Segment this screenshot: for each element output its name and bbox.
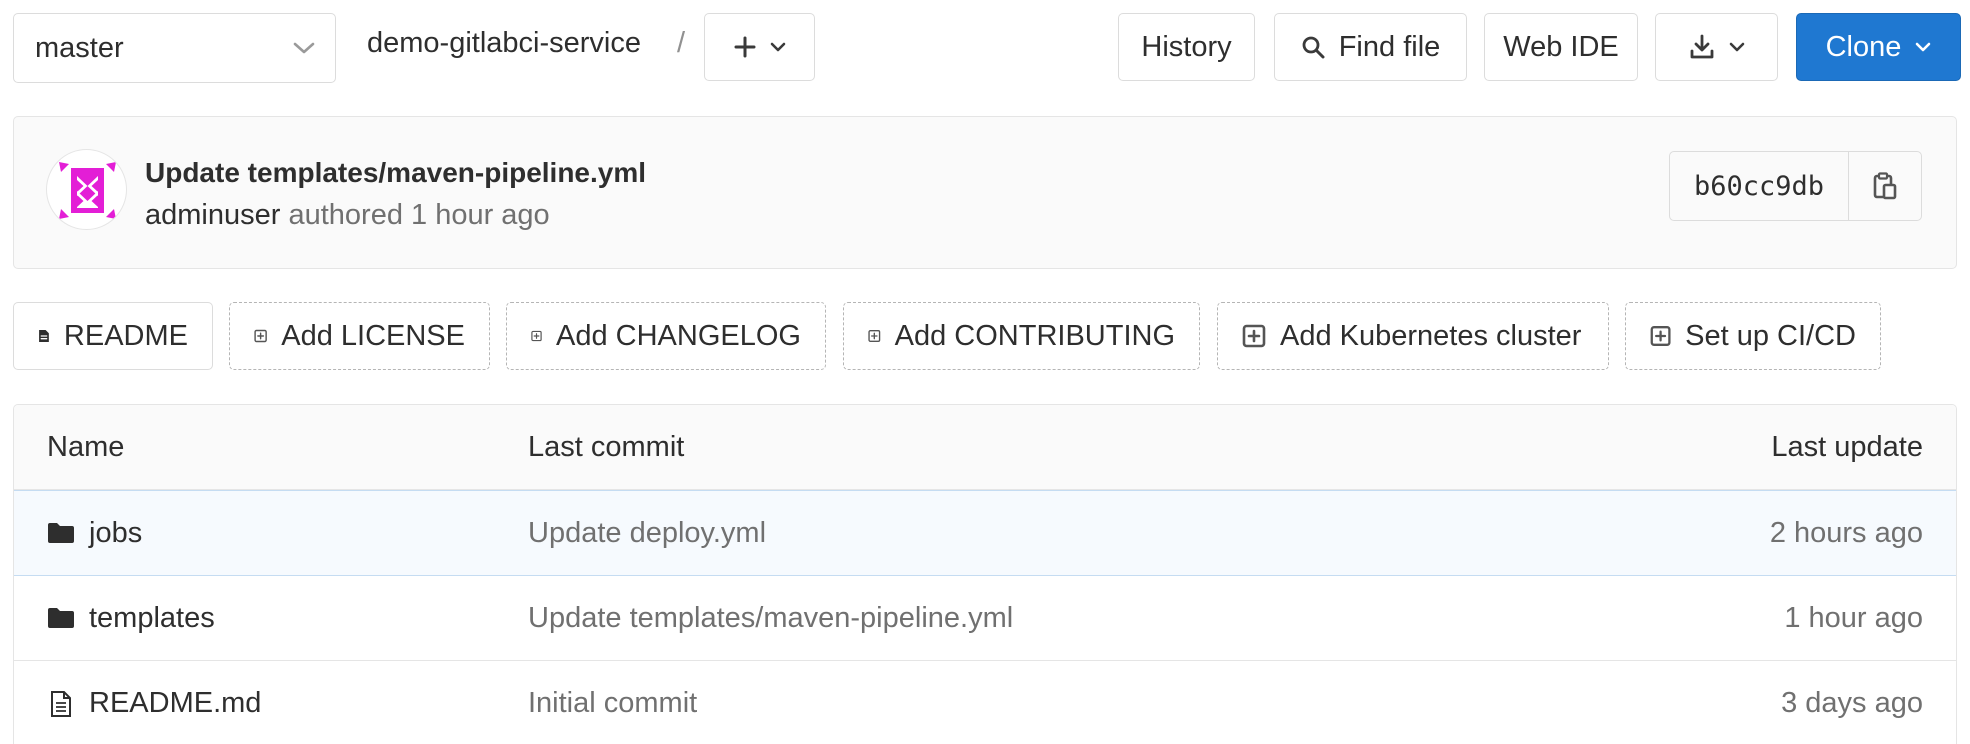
last-commit-message[interactable]: Update templates/maven-pipeline.yml — [528, 602, 1013, 635]
web-ide-button[interactable]: Web IDE — [1484, 13, 1638, 81]
identicon-icon — [59, 162, 116, 219]
last-commit-message[interactable]: Initial commit — [528, 687, 697, 720]
commit-title[interactable]: Update templates/maven-pipeline.yml — [145, 157, 646, 189]
file-icon — [51, 690, 71, 717]
readme-label: README — [63, 319, 188, 352]
table-row[interactable]: README.md Initial commit 3 days ago — [14, 661, 1956, 744]
add-contributing-label: Add CONTRIBUTING — [894, 319, 1175, 352]
file-name[interactable]: README.md — [89, 687, 261, 720]
history-button[interactable]: History — [1118, 13, 1255, 81]
commit-time: authored 1 hour ago — [288, 199, 550, 231]
plus-square-icon — [531, 330, 542, 342]
file-name[interactable]: templates — [89, 602, 215, 635]
chevron-down-icon — [1916, 42, 1931, 52]
branch-select[interactable]: master — [13, 13, 336, 83]
chevron-down-icon — [770, 42, 785, 52]
add-changelog-label: Add CHANGELOG — [556, 319, 801, 352]
column-header-last-update: Last update — [1771, 430, 1923, 463]
add-changelog-button[interactable]: Add CHANGELOG — [506, 302, 826, 370]
column-header-name: Name — [47, 430, 125, 463]
file-name-cell[interactable]: README.md — [47, 687, 261, 720]
search-icon — [1302, 36, 1325, 59]
plus-square-icon — [1242, 324, 1266, 348]
clipboard-icon — [1873, 172, 1897, 200]
plus-square-icon — [868, 330, 881, 342]
file-name-cell[interactable]: templates — [47, 602, 215, 635]
plus-square-icon — [1650, 326, 1671, 346]
last-commit-panel: Update templates/maven-pipeline.yml admi… — [13, 116, 1957, 269]
table-header-row: Name Last commit Last update — [14, 405, 1956, 490]
clone-label: Clone — [1825, 30, 1902, 63]
folder-icon — [48, 523, 74, 543]
set-up-ci-cd-label: Set up CI/CD — [1685, 319, 1856, 352]
commit-meta: adminuser authored 1 hour ago — [145, 199, 550, 232]
add-license-label: Add LICENSE — [281, 319, 465, 352]
file-tree-table: Name Last commit Last update jobs Update… — [13, 404, 1957, 744]
add-new-dropdown-button[interactable] — [704, 13, 815, 81]
last-update-time: 2 hours ago — [1769, 516, 1923, 549]
chevron-down-icon — [1729, 42, 1744, 52]
add-kubernetes-cluster-label: Add Kubernetes cluster — [1280, 319, 1582, 352]
plus-square-icon — [254, 329, 267, 343]
breadcrumb-separator: / — [677, 27, 686, 59]
copy-sha-button[interactable] — [1849, 152, 1921, 220]
file-name[interactable]: jobs — [89, 517, 142, 550]
add-contributing-button[interactable]: Add CONTRIBUTING — [843, 302, 1200, 370]
add-kubernetes-cluster-button[interactable]: Add Kubernetes cluster — [1217, 302, 1609, 370]
column-header-last-commit: Last commit — [528, 430, 685, 463]
project-breadcrumb[interactable]: demo-gitlabci-service — [367, 27, 641, 60]
clone-button[interactable]: Clone — [1796, 13, 1961, 81]
file-name-cell[interactable]: jobs — [47, 517, 142, 550]
plus-icon — [734, 36, 755, 58]
file-text-icon — [39, 330, 49, 342]
table-row[interactable]: templates Update templates/maven-pipelin… — [14, 576, 1956, 661]
history-label: History — [1141, 30, 1232, 63]
find-file-button[interactable]: Find file — [1274, 13, 1467, 81]
last-update-time: 3 days ago — [1781, 687, 1923, 719]
download-icon — [1690, 34, 1713, 59]
find-file-label: Find file — [1338, 30, 1441, 63]
readme-button[interactable]: README — [13, 302, 213, 370]
add-license-button[interactable]: Add LICENSE — [229, 302, 490, 370]
last-commit-message[interactable]: Update deploy.yml — [528, 517, 766, 550]
commit-author[interactable]: adminuser — [145, 199, 280, 231]
web-ide-label: Web IDE — [1503, 30, 1619, 63]
download-dropdown-button[interactable] — [1655, 13, 1778, 81]
last-update-time: 1 hour ago — [1784, 601, 1923, 634]
set-up-ci-cd-button[interactable]: Set up CI/CD — [1625, 302, 1881, 370]
commit-sha-group: b60cc9db — [1669, 151, 1922, 221]
branch-name: master — [35, 31, 124, 64]
chevron-down-icon — [293, 42, 315, 54]
folder-icon — [48, 608, 74, 628]
table-row[interactable]: jobs Update deploy.yml 2 hours ago — [14, 490, 1956, 576]
commit-sha[interactable]: b60cc9db — [1670, 152, 1849, 220]
avatar[interactable] — [46, 149, 127, 230]
